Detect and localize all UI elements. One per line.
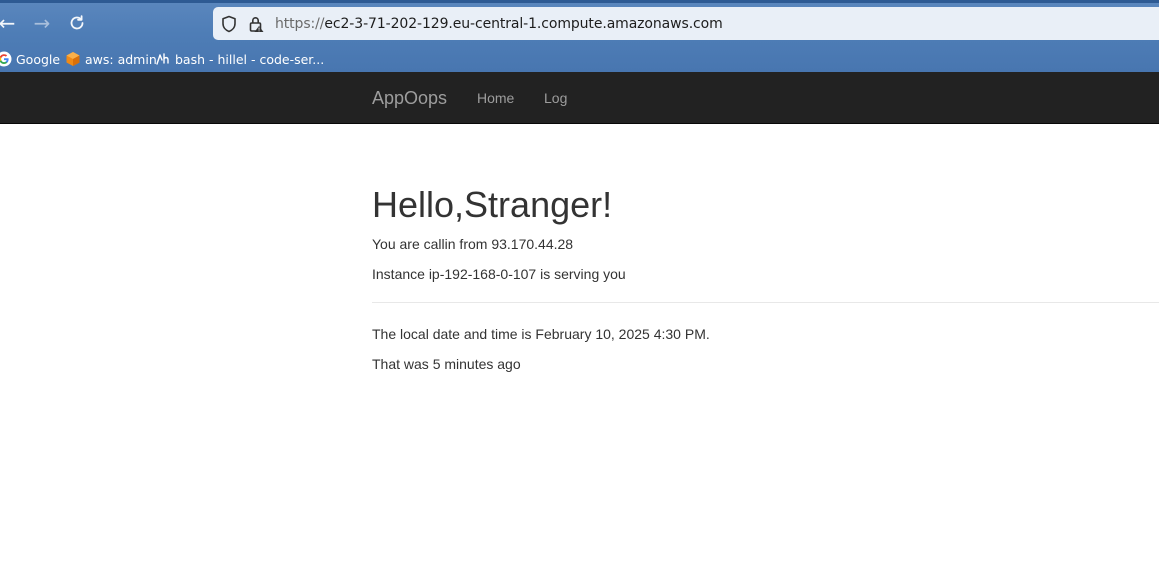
arrow-right-icon: → xyxy=(33,11,51,35)
app-navbar: AppOops Home Log xyxy=(0,72,1159,124)
page-title: Hello,Stranger! xyxy=(372,184,613,225)
bookmark-bash-hillel[interactable]: bash - hillel - code-ser... xyxy=(155,51,324,67)
datetime-text: The local date and time is February 10, … xyxy=(372,326,710,342)
brand-link[interactable]: AppOops xyxy=(372,88,447,109)
shield-icon[interactable] xyxy=(221,15,237,33)
url-protocol: https:// xyxy=(275,16,325,32)
forward-button[interactable]: → xyxy=(31,12,53,34)
time-ago-text: That was 5 minutes ago xyxy=(372,356,521,372)
google-icon xyxy=(0,51,12,67)
instance-text: Instance ip-192-168-0-107 is serving you xyxy=(372,266,626,282)
bookmark-google[interactable]: Google xyxy=(0,51,60,67)
reload-icon xyxy=(70,15,84,30)
browser-toolbar: ← → https://ec2-3-71-202-129.eu-central-… xyxy=(0,0,1159,72)
caller-ip-text: You are callin from 93.170.44.28 xyxy=(372,236,574,252)
bookmark-label: Google xyxy=(16,51,61,67)
bookmark-label: aws: admin xyxy=(85,51,157,67)
divider xyxy=(372,302,1159,303)
lock-warning-icon[interactable] xyxy=(248,15,264,33)
arrow-left-icon: ← xyxy=(0,11,16,35)
bookmarks-bar: Google aws: admin bash - hillel - code-s… xyxy=(0,49,1159,71)
address-bar[interactable]: https://ec2-3-71-202-129.eu-central-1.co… xyxy=(213,7,1159,40)
reload-button[interactable] xyxy=(66,12,88,34)
aws-cube-icon xyxy=(66,52,80,66)
bookmark-aws-admin[interactable]: aws: admin xyxy=(65,51,157,67)
url-host: ec2-3-71-202-129.eu-central-1.compute.am… xyxy=(324,16,723,32)
nav-link-home[interactable]: Home xyxy=(477,90,514,106)
url-text[interactable]: https://ec2-3-71-202-129.eu-central-1.co… xyxy=(275,16,723,32)
nav-link-log[interactable]: Log xyxy=(544,90,567,106)
bookmark-label: bash - hillel - code-ser... xyxy=(175,51,325,67)
back-button[interactable]: ← xyxy=(0,12,18,34)
code-server-icon xyxy=(156,53,169,65)
